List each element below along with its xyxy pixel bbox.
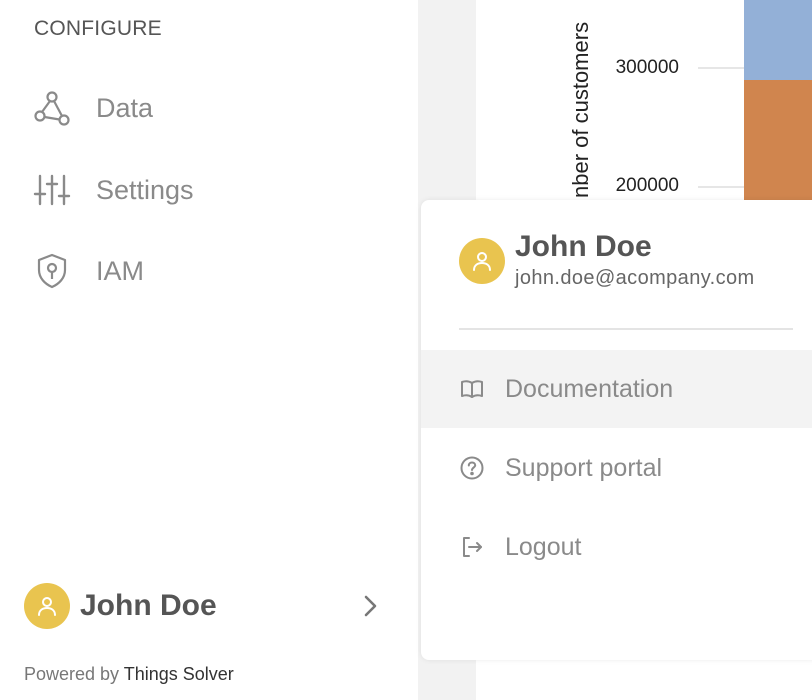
help-circle-icon [459,455,485,481]
book-icon [459,376,485,402]
chart: nber of customers 300000 200000 [568,0,812,200]
user-menu-header: John Doe john.doe@acompany.com [459,230,755,290]
y-tick-200000: 200000 [616,175,679,196]
avatar [24,583,70,629]
sidebar-user-name: John Doe [80,589,217,622]
chart-ylabel: nber of customers [568,22,593,198]
user-icon [473,252,491,271]
sidebar-item-label: Settings [96,174,194,205]
powered-by: Powered by Things Solver [24,664,234,685]
sidebar-item-iam[interactable]: IAM [32,249,144,293]
sidebar-item-data[interactable]: Data [32,86,153,130]
logout-icon [459,534,485,560]
menu-item-label: Support portal [505,453,663,482]
user-menu-email: john.doe@acompany.com [515,267,755,289]
bar-segment-orange [744,80,812,200]
menu-item-logout[interactable]: Logout [421,508,812,586]
menu-item-label: Documentation [505,374,674,403]
menu-item-label: Logout [505,532,582,561]
user-menu-name: John Doe [515,230,652,263]
shield-key-icon [32,251,72,291]
powered-prefix: Powered by [24,664,120,684]
avatar [459,238,505,284]
sidebar-item-label: Data [96,92,154,123]
bar-segment-blue [744,0,812,80]
powered-brand-link[interactable]: Things Solver [124,664,234,684]
sliders-icon [32,170,72,210]
menu-item-documentation[interactable]: Documentation [421,350,812,428]
sidebar-user-button[interactable]: John Doe [24,582,384,630]
sidebar-item-settings[interactable]: Settings [32,168,194,212]
user-icon [38,597,56,616]
user-menu-popover: John Doe john.doe@acompany.com Documenta… [421,200,812,660]
sidebar: CONFIGURE Data Settings IAM John Doe Pow… [0,0,418,700]
section-title-configure: CONFIGURE [34,17,162,40]
sidebar-item-label: IAM [96,255,145,286]
chevron-right-icon [356,592,384,620]
menu-item-support-portal[interactable]: Support portal [421,429,812,507]
y-tick-300000: 300000 [616,57,679,78]
divider [459,328,793,330]
data-network-icon [32,88,72,128]
